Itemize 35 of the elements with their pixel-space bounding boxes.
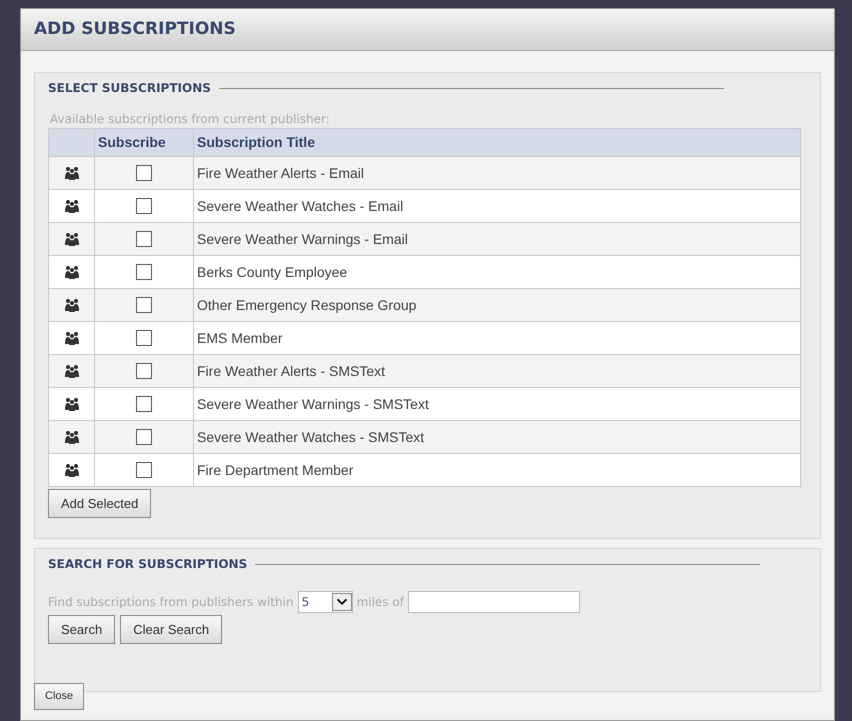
header-cell: Subscription Title — [194, 128, 800, 156]
checkbox[interactable] — [136, 396, 152, 412]
checkbox[interactable] — [136, 297, 152, 313]
section-legend: SEARCH FOR SUBSCRIPTIONS — [48, 555, 248, 573]
checkbox[interactable] — [136, 198, 152, 214]
people-group-icon — [64, 232, 80, 246]
checkbox[interactable] — [136, 429, 152, 445]
checkbox[interactable] — [136, 264, 152, 280]
table-cell: Fire Department Member — [194, 454, 800, 486]
people-group-icon — [64, 463, 80, 477]
people-group-icon — [64, 331, 80, 345]
clear-search-button[interactable]: Clear Search — [120, 615, 222, 644]
close-button[interactable]: Close — [34, 683, 84, 710]
people-group-icon — [64, 298, 80, 312]
people-group-icon — [64, 166, 80, 180]
people-group-icon — [64, 397, 80, 411]
chevron-down-icon — [332, 593, 352, 611]
miles-dropdown[interactable]: 5 — [298, 591, 353, 613]
checkbox[interactable] — [136, 231, 152, 247]
caption: Available subscriptions from current publisher: — [50, 111, 331, 128]
search-label: Find subscriptions from publishers within — [48, 594, 294, 611]
window-title: ADD SUBSCRIPTIONS — [34, 18, 236, 41]
add-selected-button[interactable]: Add Selected — [48, 489, 152, 518]
search-label: miles of — [356, 594, 404, 611]
location-field[interactable] — [408, 591, 580, 613]
people-group-icon — [64, 364, 80, 378]
checkbox[interactable] — [136, 363, 152, 379]
search-button[interactable]: Search — [48, 615, 116, 644]
checkbox[interactable] — [136, 330, 152, 346]
checkbox[interactable] — [136, 462, 152, 478]
people-group-icon — [64, 430, 80, 444]
people-group-icon — [64, 199, 80, 213]
checkbox[interactable] — [136, 165, 152, 181]
people-group-icon — [64, 265, 80, 279]
section-legend: SELECT SUBSCRIPTIONS — [48, 79, 211, 97]
